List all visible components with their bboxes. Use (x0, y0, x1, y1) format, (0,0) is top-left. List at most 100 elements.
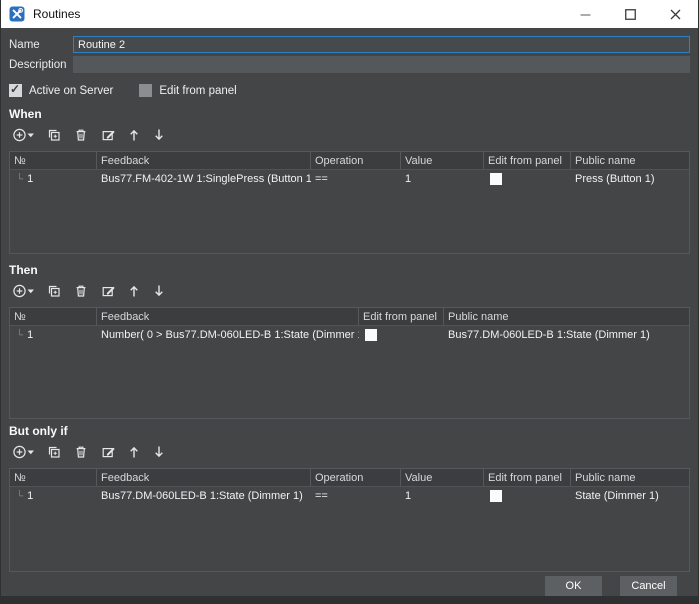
section-but-only-if-title: But only if (9, 424, 690, 438)
duplicate-item-button[interactable] (46, 443, 62, 461)
plus-circle-icon (14, 285, 25, 296)
duplicate-item-button[interactable] (46, 126, 62, 144)
column-header: № (10, 469, 97, 486)
cell-feedback: Bus77.FM-402-1W 1:SinglePress (Button 1) (97, 170, 311, 188)
tree-branch-glyph: └ (16, 491, 23, 502)
add-item-button[interactable] (12, 126, 35, 144)
move-down-button[interactable] (152, 443, 166, 461)
cell-feedback: Number( 0 > Bus77.DM-060LED-B 1:State (D… (97, 326, 359, 344)
section-when-title: When (9, 107, 690, 121)
active-on-server-option: Active on Server (9, 84, 113, 97)
edit-from-panel-checkbox[interactable] (139, 84, 152, 97)
arrow-down-icon (152, 444, 166, 460)
window-controls (563, 0, 698, 28)
delete-item-button[interactable] (73, 126, 89, 144)
active-on-server-checkbox[interactable] (9, 84, 22, 97)
but-only-if-table: №FeedbackOperationValueEdit from panelPu… (9, 468, 690, 572)
delete-item-button[interactable] (73, 282, 89, 300)
routines-dialog: Routines Name Description Active on (0, 0, 699, 604)
cell-public_name: State (Dimmer 1) (571, 487, 689, 505)
minimize-icon (580, 9, 591, 20)
table-header-row: №FeedbackEdit from panelPublic name (10, 308, 689, 326)
edit-pencil-icon (100, 444, 116, 460)
table-header-row: №FeedbackOperationValueEdit from panelPu… (10, 469, 689, 487)
edit-pencil-icon (100, 283, 116, 299)
but-only-if-toolbar (12, 442, 690, 461)
add-item-button[interactable] (12, 282, 35, 300)
cell-edit_from_panel (484, 170, 571, 188)
cell-operation: == (311, 170, 401, 188)
close-button[interactable] (653, 0, 698, 28)
duplicate-item-button[interactable] (46, 282, 62, 300)
arrow-up-icon (127, 444, 141, 460)
chevron-down-icon (28, 450, 35, 454)
window-bottom-edge (1, 596, 698, 604)
cell-num: └1 (10, 487, 97, 505)
table-row[interactable]: └1Bus77.DM-060LED-B 1:State (Dimmer 1)==… (10, 487, 689, 505)
edit-from-panel-label: Edit from panel (159, 85, 236, 97)
delete-item-button[interactable] (73, 443, 89, 461)
edit-pencil-icon (100, 127, 116, 143)
cancel-button[interactable]: Cancel (620, 576, 677, 596)
edit-item-button[interactable] (100, 282, 116, 300)
name-input[interactable] (73, 36, 690, 53)
arrow-up-icon (127, 127, 141, 143)
cell-num: └1 (10, 326, 97, 344)
cell-edit_from_panel (359, 326, 444, 344)
description-row: Description (9, 56, 690, 73)
then-table: №FeedbackEdit from panelPublic name└1Num… (9, 307, 690, 419)
description-input[interactable] (73, 56, 690, 73)
arrow-down-icon (152, 127, 166, 143)
trash-icon (73, 283, 89, 299)
when-table: №FeedbackOperationValueEdit from panelPu… (9, 151, 690, 254)
edit-from-panel-cell-checkbox[interactable] (365, 329, 377, 341)
cell-value: 1 (401, 487, 484, 505)
column-header: Value (401, 152, 484, 169)
copy-icon (46, 283, 62, 299)
column-header: Public name (571, 469, 689, 486)
column-header: Edit from panel (484, 152, 571, 169)
column-header: Operation (311, 469, 401, 486)
maximize-icon (625, 9, 636, 20)
cell-edit_from_panel (484, 487, 571, 505)
routines-app-icon (9, 6, 25, 22)
when-toolbar (12, 125, 690, 144)
edit-from-panel-cell-checkbox[interactable] (490, 490, 502, 502)
table-header-row: №FeedbackOperationValueEdit from panelPu… (10, 152, 689, 170)
minimize-button[interactable] (563, 0, 608, 28)
name-label: Name (9, 39, 73, 51)
tree-branch-glyph: └ (16, 174, 23, 185)
tree-branch-glyph: └ (16, 330, 23, 341)
column-header: Public name (571, 152, 689, 169)
column-header: Operation (311, 152, 401, 169)
column-header: № (10, 308, 97, 325)
trash-icon (73, 444, 89, 460)
add-item-button[interactable] (12, 443, 35, 461)
table-row[interactable]: └1Number( 0 > Bus77.DM-060LED-B 1:State … (10, 326, 689, 344)
edit-from-panel-cell-checkbox[interactable] (490, 173, 502, 185)
dialog-body: Name Description Active on Server Edit f… (1, 28, 698, 596)
trash-icon (73, 127, 89, 143)
edit-item-button[interactable] (100, 126, 116, 144)
cell-num: └1 (10, 170, 97, 188)
plus-circle-icon (14, 129, 25, 140)
move-down-button[interactable] (152, 126, 166, 144)
ok-button[interactable]: OK (545, 576, 602, 596)
table-row[interactable]: └1Bus77.FM-402-1W 1:SinglePress (Button … (10, 170, 689, 188)
column-header: Public name (444, 308, 689, 325)
cell-public_name: Bus77.DM-060LED-B 1:State (Dimmer 1) (444, 326, 689, 344)
move-up-button[interactable] (127, 126, 141, 144)
move-up-button[interactable] (127, 282, 141, 300)
edit-item-button[interactable] (100, 443, 116, 461)
dialog-footer: OK Cancel (9, 576, 690, 596)
titlebar: Routines (1, 0, 698, 28)
then-toolbar (12, 281, 690, 300)
plus-circle-icon (14, 446, 25, 457)
move-down-button[interactable] (152, 282, 166, 300)
section-when: When (9, 98, 690, 254)
cell-public_name: Press (Button 1) (571, 170, 689, 188)
edit-from-panel-option: Edit from panel (139, 84, 236, 97)
column-header: Edit from panel (484, 469, 571, 486)
maximize-button[interactable] (608, 0, 653, 28)
move-up-button[interactable] (127, 443, 141, 461)
